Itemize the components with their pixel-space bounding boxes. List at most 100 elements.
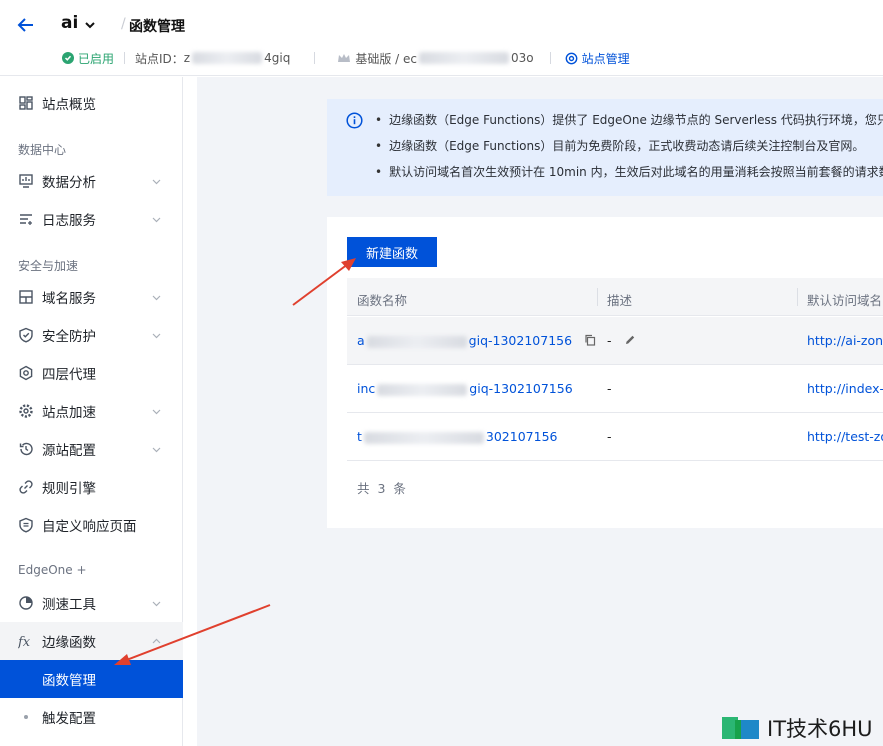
sidebar-item-log-service[interactable]: 日志服务: [0, 200, 183, 238]
sidebar-item-security[interactable]: 安全防护: [0, 316, 183, 354]
function-name-link[interactable]: a giq-1302107156: [357, 333, 596, 348]
redacted-text: [377, 383, 468, 396]
chevron-up-icon: [152, 638, 161, 644]
notice-line: 边缘函数（Edge Functions）提供了 EdgeOne 边缘节点的 Se…: [375, 111, 883, 128]
divider: [124, 52, 126, 64]
crown-icon: [338, 54, 351, 62]
site-id-suffix: 4giq: [264, 51, 291, 65]
chevron-down-icon: [152, 333, 161, 339]
function-list-card: 新建函数 函数名称 描述 默认访问域名 a giq-1302107156 - ht…: [327, 217, 883, 528]
function-name-part: t: [357, 429, 362, 444]
top-header: ai / 函数管理 已启用 站点ID： z 4giq 基础版 / ec 03o …: [0, 0, 883, 76]
sidebar-item-label: 边缘函数: [42, 635, 96, 651]
site-id-prefix: z: [183, 51, 191, 65]
table-row: inc giq-1302107156 - http://index-zon: [347, 365, 883, 413]
function-name-part: giq-1302107156: [468, 333, 573, 348]
new-function-button[interactable]: 新建函数: [347, 237, 437, 267]
chevron-down-icon[interactable]: [84, 19, 96, 31]
sidebar-item-label: 站点加速: [42, 405, 96, 421]
sidebar-item-label: 数据分析: [42, 175, 96, 191]
page-title: 函数管理: [129, 19, 185, 35]
history-icon: [19, 442, 33, 456]
edit-icon[interactable]: [624, 334, 636, 346]
sidebar-item-label: 安全防护: [42, 329, 96, 345]
chevron-down-icon: [152, 601, 161, 607]
copy-icon[interactable]: [584, 334, 596, 346]
site-management-label: 站点管理: [581, 51, 630, 66]
plan-label: 基础版 / ec: [355, 51, 417, 66]
function-name-part: a: [357, 333, 365, 348]
status-badge: 已启用: [78, 51, 115, 66]
function-desc: -: [607, 429, 612, 444]
function-name-link[interactable]: inc giq-1302107156: [357, 381, 573, 396]
sidebar-item-label: 日志服务: [42, 213, 96, 229]
plan-suffix: 03o: [510, 51, 534, 65]
hexagon-icon: [19, 365, 33, 381]
notice-line: 默认访问域名首次生效预计在 10min 内，生效后对此域名的用量消耗会按照当前套…: [375, 163, 883, 180]
sidebar-group-security: 安全与加速: [18, 259, 79, 273]
sidebar-group-edgeone: EdgeOne +: [18, 563, 87, 577]
sidebar-item-site-accel[interactable]: 站点加速: [0, 392, 183, 430]
list-icon: [20, 214, 32, 225]
sidebar-item-domain-service[interactable]: 域名服务: [0, 278, 183, 316]
sidebar-item-label: 函数管理: [42, 673, 96, 689]
pie-chart-icon: [19, 596, 33, 610]
sidebar-item-function-mgmt[interactable]: 函数管理: [0, 660, 183, 698]
back-arrow-icon[interactable]: [16, 14, 36, 36]
bullet: [24, 715, 28, 719]
sidebar-item-custom-page[interactable]: 自定义响应页面: [0, 506, 183, 544]
function-icon: fx: [18, 635, 31, 649]
notice-line: 边缘函数（Edge Functions）目前为免费阶段，正式收费动态请后续关注控…: [375, 137, 864, 154]
function-desc: -: [607, 381, 612, 396]
column-divider: [597, 288, 598, 306]
breadcrumb-separator: /: [121, 16, 126, 32]
redacted-text: [363, 431, 484, 444]
watermark: IT技术6HU: [721, 713, 873, 743]
dashboard-icon: [19, 96, 33, 110]
chevron-down-icon: [152, 217, 161, 223]
sidebar-item-trigger-config[interactable]: 触发配置: [0, 698, 183, 736]
shield-list-icon: [19, 517, 33, 533]
sidebar-item-label: 源站配置: [42, 443, 96, 459]
monitor-chart-icon: [19, 174, 33, 188]
site-selector[interactable]: ai: [61, 13, 78, 33]
gear-icon: [565, 52, 577, 64]
sidebar-item-label: 域名服务: [42, 291, 96, 307]
table-total: 共 3 条: [357, 481, 408, 496]
site-management-link[interactable]: 站点管理: [565, 50, 630, 67]
chevron-down-icon: [152, 295, 161, 301]
column-header-domain: 默认访问域名: [807, 293, 883, 308]
info-icon: [346, 112, 363, 129]
function-name-link[interactable]: t 302107156: [357, 429, 557, 444]
sidebar-item-edge-functions[interactable]: fx 边缘函数: [0, 622, 183, 660]
default-domain-link[interactable]: http://test-zone: [807, 429, 883, 444]
sidebar-group-data: 数据中心: [18, 143, 67, 157]
sidebar-item-l4-proxy[interactable]: 四层代理: [0, 354, 183, 392]
sidebar: 站点概览 数据中心 数据分析 日志服务 安全与加速 域名服务 安全防护 四层代理…: [0, 77, 183, 746]
sidebar-item-rules[interactable]: 规则引擎: [0, 468, 183, 506]
table-row: a giq-1302107156 - http://ai-zone-2: [347, 317, 883, 365]
sidebar-item-overview[interactable]: 站点概览: [0, 84, 183, 122]
chevron-down-icon: [152, 447, 161, 453]
site-meta: 已启用 站点ID： z 4giq 基础版 / ec 03o 站点管理: [62, 49, 630, 67]
redacted-plan-id: [418, 52, 509, 64]
gear-icon: [19, 404, 33, 418]
sidebar-item-data-analysis[interactable]: 数据分析: [0, 162, 183, 200]
check-circle-icon: [62, 52, 74, 64]
table-header: 函数名称 描述 默认访问域名: [347, 278, 883, 316]
function-name-part: inc: [357, 381, 376, 396]
table-row: t 302107156 - http://test-zone: [347, 413, 883, 461]
sidebar-item-label: 站点概览: [42, 97, 96, 113]
sidebar-item-label: 规则引擎: [42, 481, 96, 497]
chevron-down-icon: [152, 409, 161, 415]
default-domain-link[interactable]: http://ai-zone-2: [807, 333, 883, 348]
link-icon: [19, 480, 33, 494]
default-domain-link[interactable]: http://index-zon: [807, 381, 883, 396]
redacted-site-id: [192, 52, 263, 64]
main-content: 边缘函数（Edge Functions）提供了 EdgeOne 边缘节点的 Se…: [197, 77, 883, 746]
redacted-text: [366, 335, 467, 348]
column-header-name: 函数名称: [357, 293, 408, 308]
sidebar-item-origin[interactable]: 源站配置: [0, 430, 183, 468]
sidebar-item-speed-test[interactable]: 测速工具: [0, 584, 183, 622]
chevron-down-icon: [152, 179, 161, 185]
